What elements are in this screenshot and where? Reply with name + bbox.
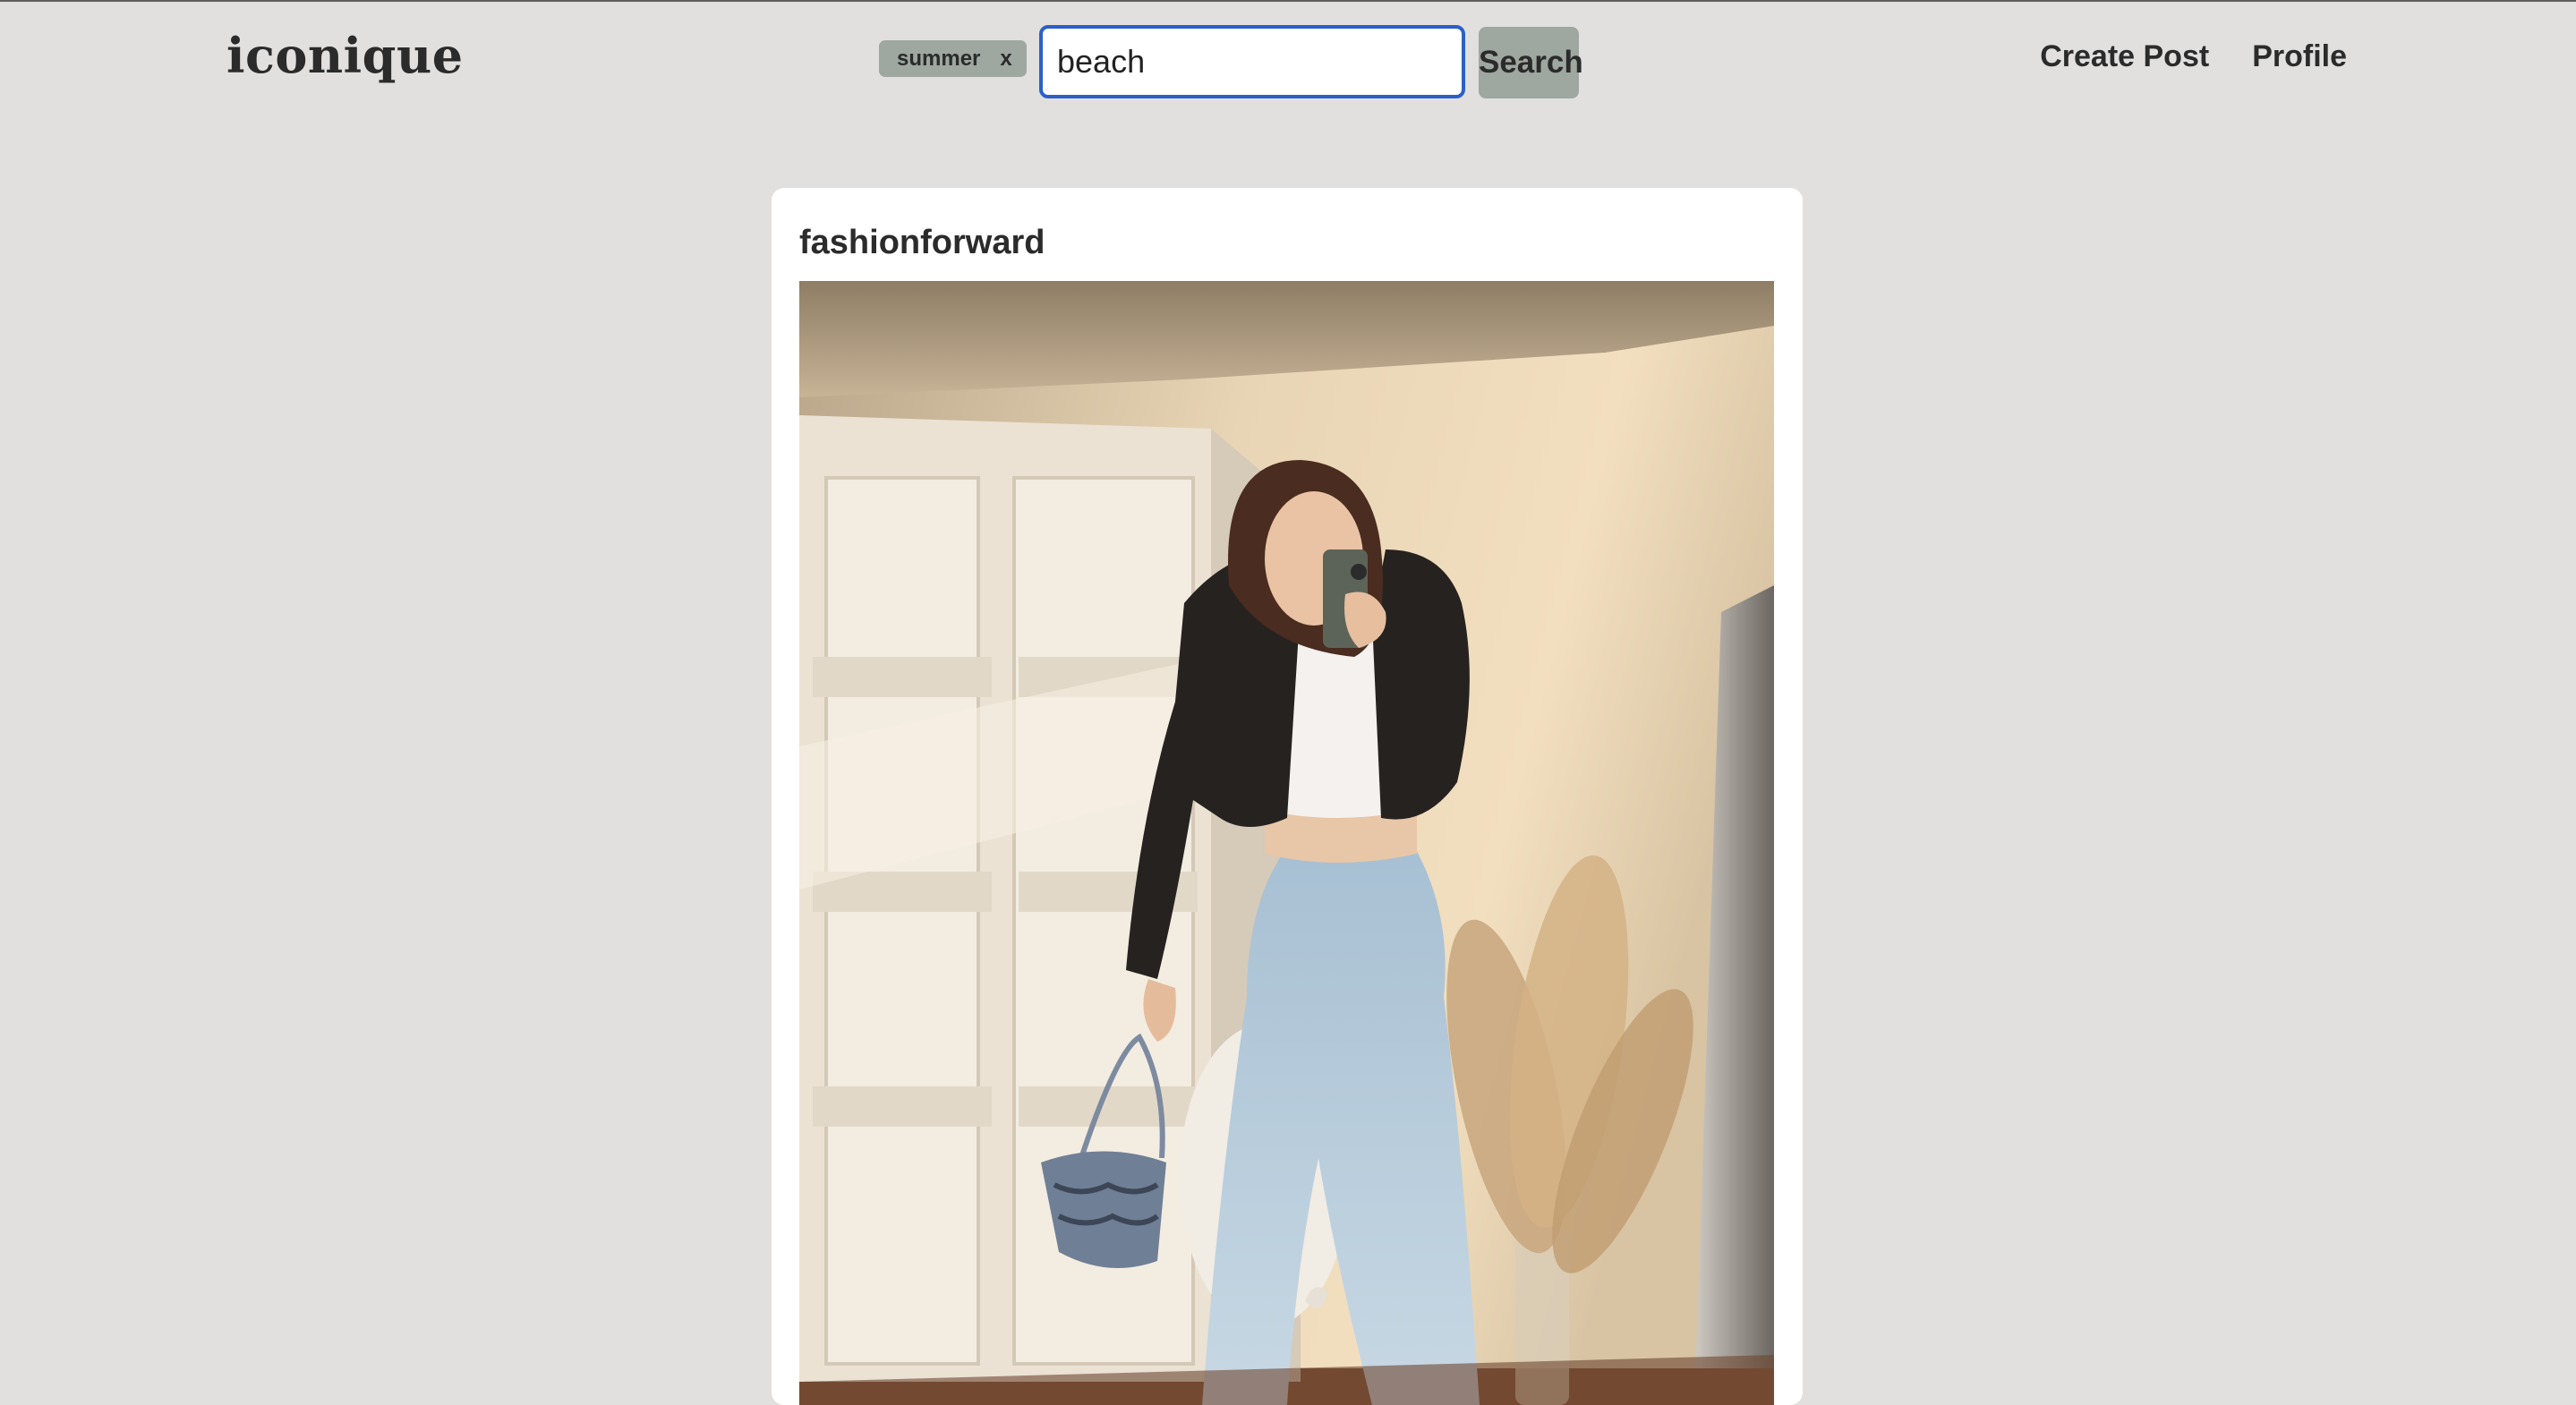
create-post-link[interactable]: Create Post (2040, 39, 2209, 74)
tag-label: summer (897, 46, 981, 71)
post-username[interactable]: fashionforward (799, 224, 1045, 262)
top-bar: iconique summer x Search Create Post Pro… (0, 0, 2576, 125)
site-logo[interactable]: iconique (226, 27, 464, 84)
tag-chip-summer: summer x (879, 40, 1027, 77)
top-nav: Create Post Profile (2040, 39, 2347, 74)
post-card: fashionforward (772, 188, 1803, 1405)
profile-link[interactable]: Profile (2252, 39, 2347, 74)
tag-remove-icon[interactable]: x (1000, 47, 1011, 72)
post-photo[interactable] (799, 281, 1774, 1405)
search-button[interactable]: Search (1479, 27, 1583, 98)
search-input[interactable] (1039, 25, 1465, 98)
